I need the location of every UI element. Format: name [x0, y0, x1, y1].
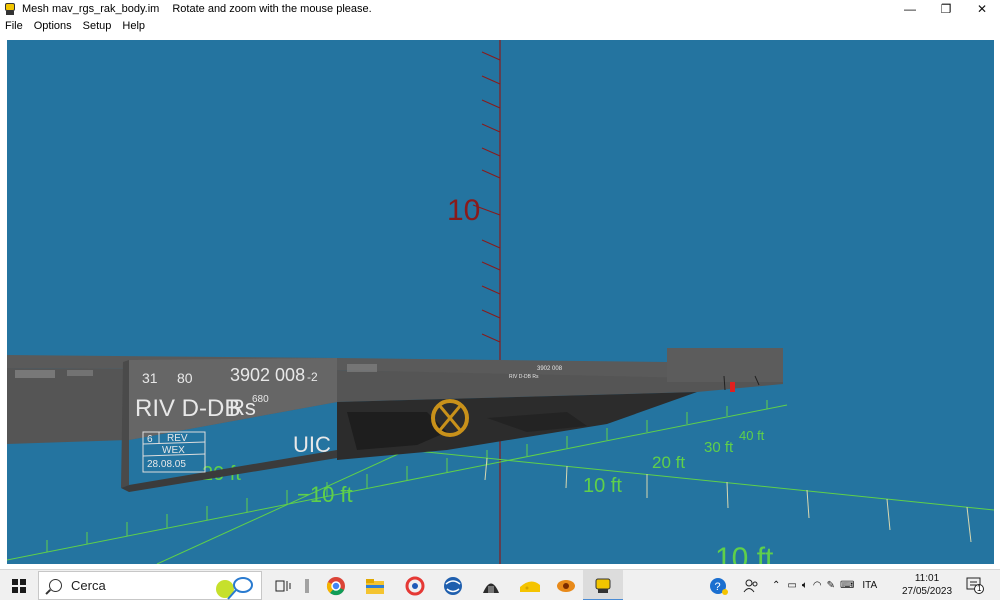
svg-text:?: ?: [715, 581, 721, 593]
grid-label-10ft: 10 ft: [583, 475, 622, 497]
grid-label-40ft: 40 ft: [739, 428, 765, 443]
tennis-ball-icon: [216, 577, 253, 600]
marking-owner: RIV D-DB: [135, 395, 240, 422]
menu-setup[interactable]: Setup: [83, 20, 112, 32]
window-title: Mesh mav_rgs_rak_body.im: [22, 2, 160, 15]
app-cheese-icon[interactable]: [519, 575, 541, 597]
grid-label-30ft: 30 ft: [704, 439, 734, 456]
marking-rev-date: 28.08.05: [147, 459, 186, 470]
grid-label-20ft: 20 ft: [652, 453, 685, 472]
vertical-axis-label: 10: [447, 194, 480, 227]
restore-button[interactable]: ❐: [928, 0, 964, 17]
file-explorer-icon[interactable]: [364, 575, 386, 597]
chrome-icon[interactable]: [325, 575, 347, 597]
menu-help[interactable]: Help: [122, 20, 145, 32]
marking-far-number: 3902 008: [537, 366, 563, 372]
clock-time: 11:01: [914, 573, 940, 584]
menu-bar: File Options Setup Help: [0, 17, 1000, 34]
system-clock[interactable]: 11:01 27/05/2023: [896, 572, 958, 598]
mesh-viewport[interactable]: 10 20 ft −10 ft: [7, 40, 994, 564]
taskbar: Cerca ? ⌃ ▭ 🔈︎ ◠ ✎ ⌨ ITA 11:01 27/05/202…: [0, 569, 1000, 600]
search-icon: [49, 579, 62, 592]
windows-icon: [12, 578, 26, 593]
keyboard-icon[interactable]: ⌨: [840, 580, 854, 591]
task-view-icon[interactable]: [272, 575, 294, 597]
wifi-icon[interactable]: ◠: [813, 580, 822, 591]
help-icon[interactable]: ?: [708, 575, 730, 597]
notification-count: 1: [977, 584, 982, 593]
app-train-icon: [3, 2, 17, 16]
marking-check-digit: -2: [307, 370, 318, 384]
marking-code-a: 31: [142, 370, 158, 386]
app-swirl-icon[interactable]: [404, 575, 426, 597]
marking-rev-a: 6: [147, 434, 153, 445]
grid-label-neg10ft: −10 ft: [297, 482, 353, 507]
language-indicator[interactable]: ITA: [862, 580, 877, 591]
notification-icon[interactable]: 1: [966, 576, 984, 594]
mesh-viewer-taskbar-icon[interactable]: [592, 575, 614, 597]
app-globe-icon[interactable]: [442, 575, 464, 597]
minimize-button[interactable]: —: [892, 0, 928, 17]
close-button[interactable]: ✕: [964, 0, 1000, 17]
clock-date: 27/05/2023: [901, 586, 953, 597]
network-icon[interactable]: ▭: [787, 580, 796, 591]
title-bar: Mesh mav_rgs_rak_body.im Rotate and zoom…: [0, 0, 1000, 17]
window-hint: Rotate and zoom with the mouse please.: [172, 2, 372, 15]
marking-type-suffix: 680: [252, 394, 269, 405]
app-dome-icon[interactable]: [480, 575, 502, 597]
chevron-up-icon[interactable]: ⌃: [772, 580, 780, 591]
start-button[interactable]: [0, 570, 38, 600]
marking-rev-b: REV: [167, 433, 188, 444]
grid-label-10ft-bottom: 10 ft: [715, 542, 774, 564]
app-eye-icon[interactable]: [555, 575, 577, 597]
marking-uic: UIC: [293, 432, 331, 457]
marking-rev-c: WEX: [162, 445, 185, 456]
menu-file[interactable]: File: [5, 20, 23, 32]
marking-number: 3902 008: [230, 365, 305, 385]
pen-icon[interactable]: ✎: [827, 580, 835, 591]
search-box[interactable]: Cerca: [38, 571, 262, 600]
search-placeholder: Cerca: [71, 578, 106, 593]
volume-icon[interactable]: 🔈︎: [802, 580, 808, 591]
marking-code-b: 80: [177, 370, 193, 386]
mesh-scene: 10 20 ft −10 ft: [7, 40, 994, 564]
marking-far-text: RIV D-DB Rs: [509, 374, 539, 380]
people-icon[interactable]: [740, 575, 762, 597]
menu-options[interactable]: Options: [34, 20, 72, 32]
taskbar-separator-icon: [296, 575, 318, 597]
